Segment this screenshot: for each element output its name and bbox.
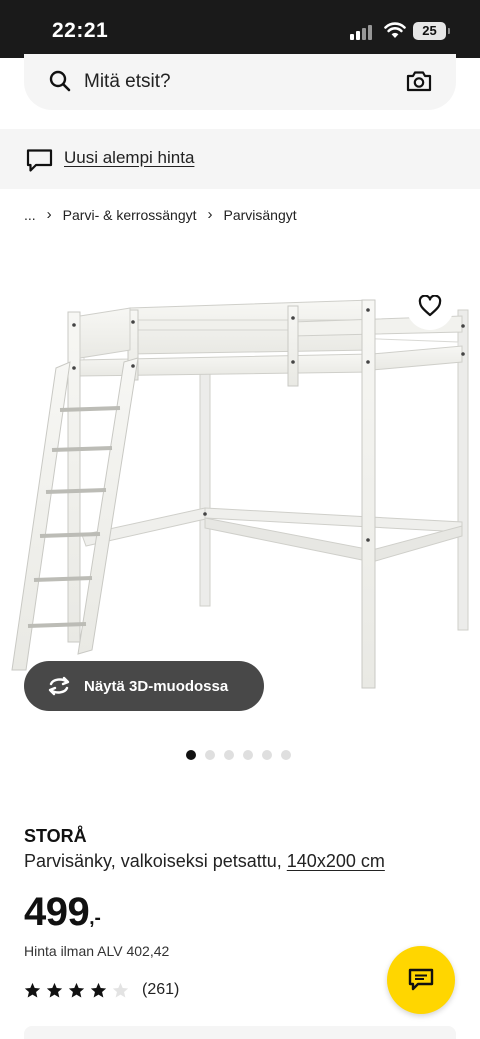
carousel-dot[interactable]	[281, 750, 291, 760]
carousel-dot[interactable]	[186, 750, 196, 760]
price-notice-link[interactable]: Uusi alempi hinta	[64, 148, 194, 168]
star-filled-icon	[68, 982, 85, 997]
product-size-link[interactable]: 140x200 cm	[287, 851, 385, 871]
battery-icon: 25	[413, 22, 450, 40]
search-input[interactable]: Mitä etsit?	[84, 71, 171, 93]
rotate-3d-icon	[48, 676, 70, 696]
signal-icon	[350, 24, 376, 40]
status-time: 22:21	[52, 19, 109, 42]
product-description: Parvisänky, valkoiseksi petsattu, 140x20…	[24, 851, 385, 872]
search-icon	[49, 70, 71, 92]
status-bar: 22:21 25	[0, 0, 480, 58]
speech-bubble-icon	[26, 149, 53, 172]
star-empty-icon	[112, 982, 129, 997]
heart-icon	[418, 295, 442, 317]
carousel-dot[interactable]	[243, 750, 253, 760]
chevron-right-icon: ›	[46, 206, 52, 223]
product-description-text: Parvisänky, valkoiseksi petsattu,	[24, 851, 287, 871]
star-filled-icon	[24, 982, 41, 997]
favorite-button[interactable]	[406, 282, 454, 330]
chat-icon	[408, 968, 434, 991]
price-notice-bar[interactable]: Uusi alempi hinta	[0, 129, 480, 189]
view-3d-button[interactable]: Näytä 3D-muodossa	[24, 661, 264, 711]
breadcrumb-item[interactable]: Parvisängyt	[224, 207, 297, 223]
chevron-right-icon: ›	[207, 206, 213, 223]
carousel-dot[interactable]	[205, 750, 215, 760]
wifi-icon	[384, 22, 406, 38]
search-bar[interactable]: Mitä etsit?	[24, 54, 456, 110]
price-suffix: ,-	[89, 908, 101, 929]
chat-button[interactable]	[387, 946, 455, 1014]
star-filled-icon	[90, 982, 107, 997]
product-rating[interactable]: (261)	[24, 981, 179, 999]
rating-count: (261)	[142, 981, 180, 998]
bottom-card	[24, 1026, 456, 1039]
price-value: 499	[24, 890, 90, 934]
star-filled-icon	[46, 982, 63, 997]
product-name: STORÅ	[24, 826, 87, 846]
camera-icon[interactable]	[406, 69, 432, 93]
price-excl-vat: Hinta ilman ALV 402,42	[24, 943, 170, 959]
breadcrumb: ... › Parvi- & kerrossängyt › Parvisängy…	[24, 206, 297, 223]
carousel-dot[interactable]	[262, 750, 272, 760]
breadcrumb-ellipsis[interactable]: ...	[24, 207, 36, 223]
carousel-dots[interactable]	[186, 750, 291, 760]
product-price: 499 ,-	[24, 888, 101, 936]
rating-stars	[24, 982, 129, 999]
view-3d-label: Näytä 3D-muodossa	[84, 677, 229, 695]
carousel-dot[interactable]	[224, 750, 234, 760]
breadcrumb-item[interactable]: Parvi- & kerrossängyt	[63, 207, 197, 223]
